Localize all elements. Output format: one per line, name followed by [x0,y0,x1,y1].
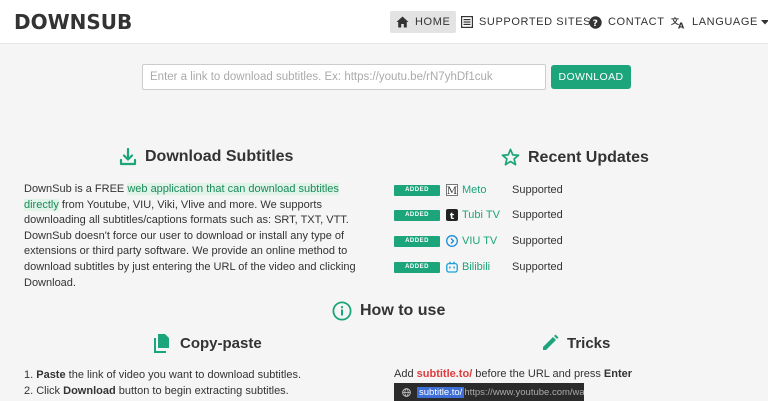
desc-p1-b: from Youtube, VIU, Viki, Vlive and more.… [24,198,349,227]
added-badge: ADDED [394,184,440,196]
update-row-bilibili: ADDED Bilibili Supported [394,258,563,276]
status-text: Supported [512,261,563,273]
tricks-text-a: Add [394,368,417,380]
desc-p1-a: DownSub is a FREE [24,183,128,195]
star-icon [501,148,520,166]
help-circle-icon: ? [589,15,602,29]
recent-updates-heading: Recent Updates [501,148,649,167]
svg-text:M: M [447,186,457,196]
added-badge: ADDED [394,209,440,221]
address-bar-demo: subtitle.to/https://www.youtube.com/watc [394,383,584,401]
copy-paste-title: Copy-paste [180,334,262,352]
caret-down-icon [760,20,768,25]
site-name: Meto [462,184,487,196]
step-2: 2. Click Download button to begin extrac… [24,384,301,400]
nav-home[interactable]: HOME [390,11,457,33]
step-1: 1. Paste the link of video you want to d… [24,368,301,384]
status-text: Supported [512,184,563,196]
step-text: button to begin extracting subtitles. [115,384,289,397]
site-link-meto[interactable]: M Meto [446,184,508,196]
tricks-title: Tricks [567,334,611,352]
step-text: the link of video you want to download s… [65,369,302,381]
site-name: Tubi TV [462,209,500,221]
viu-icon [446,235,458,247]
home-icon [396,16,409,28]
status-text: Supported [512,235,563,247]
copy-paste-steps: 1. Paste the link of video you want to d… [24,368,301,399]
update-row-viu: ADDED VIU TV Supported [394,232,563,250]
site-name: VIU TV [462,235,498,247]
nav-supported-label: SUPPORTED SITES [479,16,592,28]
svg-text:?: ? [593,19,599,29]
tricks-heading: Tricks [541,334,610,352]
how-to-use-heading: How to use [332,301,445,321]
site-link-tubi[interactable]: t Tubi TV [446,209,508,221]
step-num: 2. Click [24,384,64,397]
nav-supported-sites[interactable]: SUPPORTED SITES [461,11,591,33]
site-link-bilibili[interactable]: Bilibili [446,261,508,273]
demo-highlighted-prefix: subtitle.to/ [417,386,465,398]
update-row-tubi: ADDED t Tubi TV Supported [394,206,563,224]
pencil-icon [543,334,559,350]
tricks-text-c: before the URL and press [472,368,604,380]
how-to-use-title: How to use [360,302,446,319]
tricks-enter-key: Enter [603,368,633,380]
nav-contact[interactable]: ? CONTACT [589,11,665,33]
description-p1: DownSub is a FREE web application that c… [24,182,376,229]
recent-updates-title: Recent Updates [528,148,649,166]
step-bold: Paste [36,369,66,381]
tubi-icon: t [446,209,458,221]
m-logo-icon: M [446,184,458,196]
info-icon [332,301,352,321]
nav-language-label: LANGUAGE [692,16,758,28]
download-subtitles-title: Download Subtitles [145,148,294,165]
site-link-viu[interactable]: VIU TV [446,235,508,247]
translate-icon: 文A [671,16,685,29]
bilibili-icon [446,261,458,273]
download-subtitles-heading: Download Subtitles [119,148,293,166]
copy-icon [154,334,169,353]
copy-paste-heading: Copy-paste [154,333,262,353]
tricks-text: Add subtitle.to/ before the URL and pres… [394,368,632,380]
logo-text-down: DOWN [14,10,87,34]
description-p2: DownSub doesn't force our user to downlo… [24,229,356,289]
added-badge: ADDED [394,261,440,273]
site-name: Bilibili [462,261,491,273]
update-row-meto: ADDED M Meto Supported [394,181,563,199]
added-badge: ADDED [394,235,440,247]
navbar: DOWNSUB HOME SUPPORTED SITES ? CONTACT 文… [0,0,768,44]
list-icon [461,16,473,28]
download-icon [119,148,137,166]
nav-language[interactable]: 文A LANGUAGE [671,11,768,33]
step-bold: Download [63,384,116,397]
svg-text:A: A [678,21,685,29]
description: DownSub is a FREE web application that c… [24,182,376,291]
nav-home-label: HOME [415,16,451,28]
logo[interactable]: DOWNSUB [14,10,132,34]
logo-text-sub: SUB [86,10,133,34]
status-text: Supported [512,209,563,221]
tricks-url-prefix: subtitle.to/ [416,368,473,380]
url-input[interactable] [142,64,546,90]
download-button[interactable]: DOWNLOAD [551,65,631,89]
globe-icon [402,387,411,397]
svg-text:t: t [450,212,455,221]
demo-url-rest: https://www.youtube.com/watc [464,386,584,398]
nav-contact-label: CONTACT [608,16,665,28]
step-num: 1. [24,369,37,381]
